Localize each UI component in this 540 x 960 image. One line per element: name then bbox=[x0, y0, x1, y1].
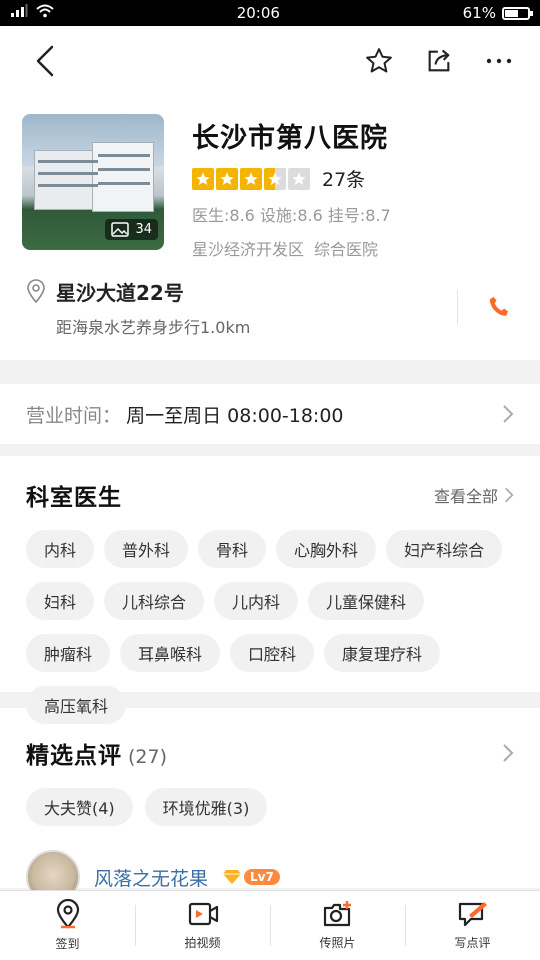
address-row: 星沙大道22号 距海泉水艺养身步行1.0km bbox=[0, 270, 540, 360]
call-button[interactable] bbox=[484, 292, 514, 322]
department-tag[interactable]: 高压氧科 bbox=[26, 686, 127, 724]
hospital-name: 长沙市第八医院 bbox=[192, 123, 388, 154]
photo-count: 34 bbox=[135, 222, 152, 237]
department-tag[interactable]: 骨科 bbox=[198, 530, 267, 568]
shoot-video-button[interactable]: 拍视频 bbox=[135, 891, 270, 960]
department-tag[interactable]: 妇产科综合 bbox=[386, 530, 503, 568]
diamond-icon bbox=[223, 870, 242, 884]
star-full-icon bbox=[216, 167, 238, 190]
review-tag[interactable]: 环境优雅(3) bbox=[144, 788, 268, 826]
department-tag[interactable]: 肿瘤科 bbox=[26, 634, 111, 672]
address-link[interactable]: 星沙大道22号 距海泉水艺养身步行1.0km bbox=[26, 277, 457, 338]
photo-count-badge: 34 bbox=[105, 219, 158, 240]
signal-icon bbox=[10, 4, 28, 22]
level-text: Lv7 bbox=[244, 869, 280, 885]
phone-icon bbox=[489, 297, 508, 316]
battery-icon bbox=[501, 6, 533, 20]
camera-plus-icon bbox=[323, 901, 351, 927]
hospital-photo[interactable]: 34 bbox=[22, 114, 164, 250]
view-all-link[interactable]: 查看全部 bbox=[434, 483, 514, 507]
department-tag[interactable]: 内科 bbox=[26, 530, 95, 568]
more-button[interactable] bbox=[484, 46, 514, 76]
bottom-action-bar: 签到 拍视频 传照片 写点评 bbox=[0, 890, 540, 960]
hospital-card: 34 长沙市第八医院 27条 医生:8.6 设施:8.6 挂号:8.7 星沙经济… bbox=[0, 96, 540, 360]
status-bar: 20:06 61% bbox=[0, 0, 540, 26]
back-button[interactable] bbox=[30, 45, 60, 77]
departments-title: 科室医生 bbox=[26, 485, 122, 511]
favorite-button[interactable] bbox=[364, 46, 394, 76]
department-tag[interactable]: 妇科 bbox=[26, 582, 95, 620]
level-badge: Lv7 bbox=[222, 869, 280, 885]
star-outline-icon bbox=[366, 48, 392, 73]
department-tag[interactable]: 耳鼻喉科 bbox=[120, 634, 221, 672]
rating-stars bbox=[192, 167, 310, 190]
more-dots-icon bbox=[486, 58, 512, 64]
district: 星沙经济开发区 bbox=[192, 240, 305, 259]
tab-label: 传照片 bbox=[319, 936, 356, 950]
location-pin-icon bbox=[56, 899, 79, 929]
reviews-header[interactable]: 精选点评 (27) bbox=[26, 736, 514, 770]
upload-photo-button[interactable]: 传照片 bbox=[270, 891, 405, 960]
hospital-category: 综合医院 bbox=[314, 240, 379, 259]
star-full-icon bbox=[192, 167, 214, 190]
top-nav bbox=[0, 26, 540, 96]
department-tag[interactable]: 儿童保健科 bbox=[308, 582, 425, 620]
clock: 20:06 bbox=[236, 4, 280, 22]
reviews-count: (27) bbox=[128, 746, 168, 768]
reviews-title: 精选点评 bbox=[26, 743, 122, 769]
checkin-button[interactable]: 签到 bbox=[0, 891, 135, 960]
divider bbox=[457, 290, 458, 324]
location-pin-icon bbox=[27, 279, 45, 303]
chevron-right-icon bbox=[503, 744, 514, 762]
reviews-section: 精选点评 (27) 大夫赞(4) 环境优雅(3) 风落之无花果 Lv7 bbox=[0, 708, 540, 904]
department-tag[interactable]: 心胸外科 bbox=[276, 530, 377, 568]
review-tags: 大夫赞(4) 环境优雅(3) bbox=[26, 788, 514, 826]
share-button[interactable] bbox=[424, 46, 454, 76]
department-tag[interactable]: 儿内科 bbox=[214, 582, 299, 620]
business-hours-row[interactable]: 营业时间： 周一至周日 08:00-18:00 bbox=[0, 384, 540, 444]
walking-distance: 距海泉水艺养身步行1.0km bbox=[56, 317, 251, 337]
star-empty-icon bbox=[288, 167, 310, 190]
battery-fill bbox=[504, 9, 518, 17]
department-tag[interactable]: 康复理疗科 bbox=[324, 634, 441, 672]
department-tag[interactable]: 儿科综合 bbox=[104, 582, 205, 620]
video-icon bbox=[188, 902, 218, 926]
building-right bbox=[92, 142, 154, 212]
edit-review-icon bbox=[458, 902, 487, 927]
department-tag[interactable]: 普外科 bbox=[104, 530, 189, 568]
reviewer-name[interactable]: 风落之无花果 bbox=[94, 864, 208, 891]
tab-label: 签到 bbox=[55, 937, 80, 951]
view-all-label: 查看全部 bbox=[433, 487, 498, 506]
hours-label: 营业时间： bbox=[26, 404, 122, 427]
sub-scores: 医生:8.6 设施:8.6 挂号:8.7 bbox=[192, 206, 391, 225]
chevron-right-icon bbox=[505, 487, 514, 503]
review-tag[interactable]: 大夫赞(4) bbox=[26, 788, 133, 826]
write-review-button[interactable]: 写点评 bbox=[405, 891, 540, 960]
hours-value: 周一至周日 08:00-18:00 bbox=[126, 404, 344, 427]
share-icon bbox=[428, 49, 450, 72]
battery-percent: 61% bbox=[462, 4, 496, 22]
back-arrow-icon bbox=[36, 45, 54, 77]
review-count[interactable]: 27条 bbox=[322, 165, 365, 192]
street-address: 星沙大道22号 bbox=[56, 280, 184, 305]
department-tag[interactable]: 口腔科 bbox=[230, 634, 315, 672]
star-full-icon bbox=[240, 167, 262, 190]
star-half-icon bbox=[264, 167, 286, 190]
tab-label: 拍视频 bbox=[184, 936, 221, 950]
tab-label: 写点评 bbox=[454, 936, 491, 950]
department-tags: 内科 普外科 骨科 心胸外科 妇产科综合 妇科 儿科综合 儿内科 儿童保健科 肿… bbox=[26, 530, 514, 724]
wifi-icon bbox=[36, 4, 54, 22]
departments-section: 科室医生 查看全部 内科 普外科 骨科 心胸外科 妇产科综合 妇科 儿科综合 儿… bbox=[0, 456, 540, 724]
chevron-right-icon bbox=[503, 405, 514, 423]
image-icon bbox=[111, 222, 130, 237]
